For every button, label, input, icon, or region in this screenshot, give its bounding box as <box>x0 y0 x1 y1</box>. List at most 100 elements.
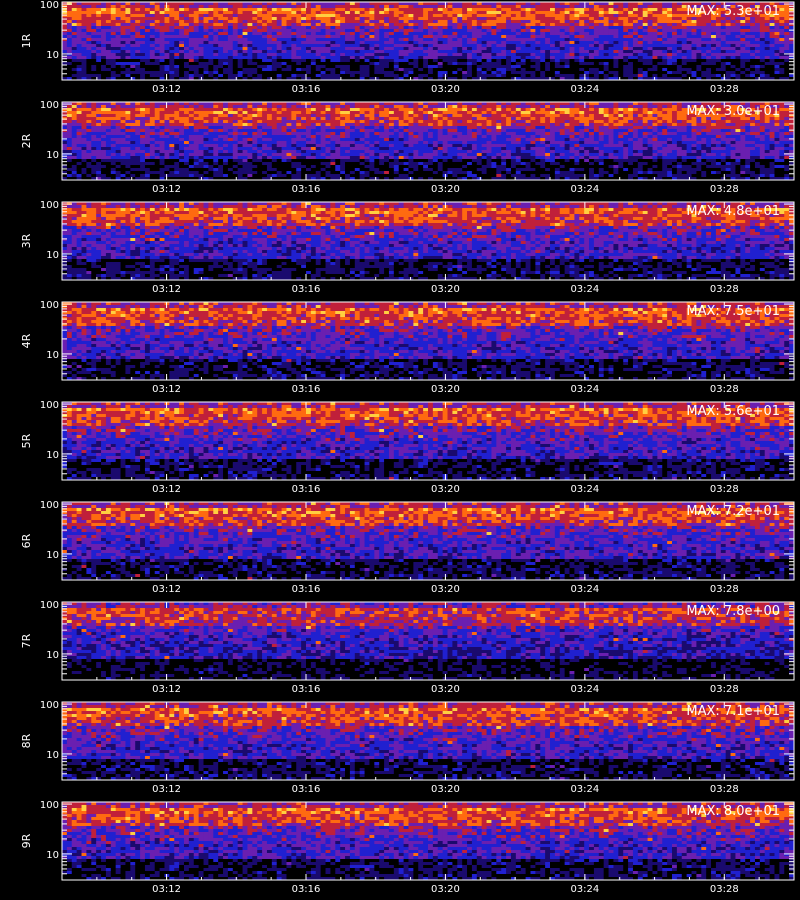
x-tick-label: 03:28 <box>710 284 739 295</box>
y-tick-label: 100 <box>40 100 59 111</box>
x-tick-label: 03:16 <box>292 684 321 695</box>
panel-ylabel: 7R <box>20 633 33 648</box>
x-tick-label: 03:20 <box>431 84 460 95</box>
x-tick-label: 03:12 <box>152 284 181 295</box>
x-tick-label: 03:12 <box>152 584 181 595</box>
y-tick-label: 100 <box>40 700 59 711</box>
x-tick-label: 03:16 <box>292 84 321 95</box>
x-tick-label: 03:24 <box>570 284 599 295</box>
x-tick-label: 03:28 <box>710 384 739 395</box>
x-tick-label: 03:28 <box>710 684 739 695</box>
heatmap-cells <box>62 202 794 280</box>
y-tick-label: 10 <box>46 550 59 561</box>
x-tick-label: 03:28 <box>710 84 739 95</box>
x-tick-label: 03:20 <box>431 684 460 695</box>
x-tick-label: 03:28 <box>710 784 739 795</box>
panel-ylabel: 2R <box>20 133 33 148</box>
y-tick-label: 10 <box>46 150 59 161</box>
heatmap-cells <box>62 102 794 180</box>
max-annotation: MAX: 5.3e+01 <box>686 4 780 19</box>
max-annotation: MAX: 5.6e+01 <box>686 404 780 419</box>
x-tick-label: 03:16 <box>292 484 321 495</box>
x-tick-label: 03:20 <box>431 584 460 595</box>
x-tick-label: 03:20 <box>431 784 460 795</box>
x-tick-label: 03:20 <box>431 884 460 895</box>
max-annotation: MAX: 4.8e+01 <box>686 204 780 219</box>
x-tick-label: 03:12 <box>152 184 181 195</box>
y-tick-label: 10 <box>46 250 59 261</box>
heatmap-cells <box>62 302 794 380</box>
panel-1R: 10 100 03:12 03:16 03:20 03:24 03:28 1R MAX: 5.3… <box>20 0 794 95</box>
max-annotation: MAX: 3.0e+01 <box>686 104 780 119</box>
max-annotation: MAX: 7.1e+01 <box>686 704 780 719</box>
panel-ylabel: 8R <box>20 733 33 748</box>
y-tick-label: 100 <box>40 600 59 611</box>
spectrogram-figure: 10 100 03:12 03:16 03:20 03:24 03:28 1R MAX: 5.3… <box>0 0 800 900</box>
heatmap-cells <box>62 802 794 880</box>
panel-4R: 10 100 03:12 03:16 03:20 03:24 03:28 4R MAX: 7.5… <box>20 300 794 395</box>
y-tick-label: 10 <box>46 750 59 761</box>
x-tick-label: 03:12 <box>152 784 181 795</box>
panel-ylabel: 3R <box>20 233 33 248</box>
x-tick-label: 03:24 <box>570 484 599 495</box>
x-tick-label: 03:24 <box>570 684 599 695</box>
x-tick-label: 03:16 <box>292 384 321 395</box>
x-tick-label: 03:12 <box>152 884 181 895</box>
max-annotation: MAX: 7.8e+00 <box>686 604 780 619</box>
x-tick-label: 03:28 <box>710 184 739 195</box>
panel-9R: 10 100 03:12 03:16 03:20 03:24 03:28 9R MAX: 8.0… <box>20 800 794 895</box>
panel-3R: 10 100 03:12 03:16 03:20 03:24 03:28 3R MAX: 4.8… <box>20 200 794 295</box>
heatmap-cells <box>62 402 794 480</box>
y-tick-label: 10 <box>46 650 59 661</box>
heatmap-cells <box>62 502 794 580</box>
x-tick-label: 03:24 <box>570 84 599 95</box>
heatmap-cells <box>62 602 794 680</box>
y-tick-label: 10 <box>46 50 59 61</box>
panel-ylabel: 1R <box>20 33 33 48</box>
y-tick-label: 10 <box>46 850 59 861</box>
x-tick-label: 03:24 <box>570 584 599 595</box>
panel-5R: 10 100 03:12 03:16 03:20 03:24 03:28 5R MAX: 5.6… <box>20 400 794 495</box>
x-tick-label: 03:20 <box>431 384 460 395</box>
x-tick-label: 03:24 <box>570 784 599 795</box>
panel-ylabel: 6R <box>20 533 33 548</box>
y-tick-label: 100 <box>40 500 59 511</box>
x-tick-label: 03:12 <box>152 84 181 95</box>
x-tick-label: 03:20 <box>431 184 460 195</box>
x-tick-label: 03:16 <box>292 584 321 595</box>
y-tick-label: 100 <box>40 200 59 211</box>
max-annotation: MAX: 7.2e+01 <box>686 504 780 519</box>
panel-2R: 10 100 03:12 03:16 03:20 03:24 03:28 2R MAX: 3.0… <box>20 100 794 195</box>
x-tick-label: 03:28 <box>710 884 739 895</box>
y-tick-label: 10 <box>46 450 59 461</box>
x-tick-label: 03:24 <box>570 884 599 895</box>
x-tick-label: 03:24 <box>570 384 599 395</box>
x-tick-label: 03:20 <box>431 284 460 295</box>
x-tick-label: 03:28 <box>710 584 739 595</box>
x-tick-label: 03:16 <box>292 884 321 895</box>
x-tick-label: 03:12 <box>152 384 181 395</box>
panel-ylabel: 5R <box>20 433 33 448</box>
panel-8R: 10 100 03:12 03:16 03:20 03:24 03:28 8R MAX: 7.1… <box>20 700 794 795</box>
y-tick-label: 100 <box>40 300 59 311</box>
panel-ylabel: 4R <box>20 333 33 348</box>
y-tick-label: 100 <box>40 0 59 11</box>
x-tick-label: 03:12 <box>152 484 181 495</box>
heatmap-cells <box>62 702 794 780</box>
x-tick-label: 03:16 <box>292 184 321 195</box>
max-annotation: MAX: 8.0e+01 <box>686 804 780 819</box>
x-tick-label: 03:16 <box>292 284 321 295</box>
x-tick-label: 03:12 <box>152 684 181 695</box>
panel-7R: 10 100 03:12 03:16 03:20 03:24 03:28 7R MAX: 7.8… <box>20 600 794 695</box>
y-tick-label: 100 <box>40 400 59 411</box>
y-tick-label: 10 <box>46 350 59 361</box>
x-tick-label: 03:24 <box>570 184 599 195</box>
x-tick-label: 03:16 <box>292 784 321 795</box>
panel-6R: 10 100 03:12 03:16 03:20 03:24 03:28 6R MAX: 7.2… <box>20 500 794 595</box>
panel-ylabel: 9R <box>20 833 33 848</box>
max-annotation: MAX: 7.5e+01 <box>686 304 780 319</box>
panels-group: 10 100 03:12 03:16 03:20 03:24 03:28 1R MAX: 5.3… <box>20 0 794 895</box>
x-tick-label: 03:28 <box>710 484 739 495</box>
x-tick-label: 03:20 <box>431 484 460 495</box>
y-tick-label: 100 <box>40 800 59 811</box>
